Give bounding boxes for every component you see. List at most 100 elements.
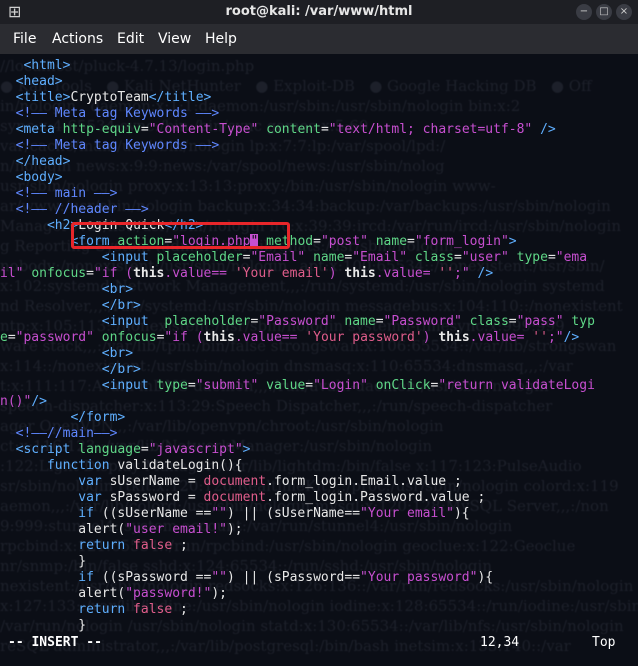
terminal-area[interactable]: //localhost/pluck-4.7.13/login.php ● Kali… [0,54,638,666]
code-token: onClick [375,378,431,393]
code-token: value [266,378,306,393]
code-token: var [0,474,102,489]
code-token: "password" [15,330,94,345]
code-token: "Password" [383,314,462,329]
code-line: il" onfocus="if (this.value== 'Your emai… [0,266,638,282]
code-token: <!—— Meta tag Keywords ——> [0,106,220,121]
code-token: ((sPassword == [93,570,212,585]
code-token: 'Your password' [305,330,423,345]
code-token: "if ( [164,330,204,345]
code-token: "user email!" [125,522,227,537]
code-token: "password!" [125,586,212,601]
code-token: = [305,378,314,393]
code-token: false [125,538,173,553]
code-line: var sPassword = document.form_login.Pass… [0,490,638,506]
code-token: "form_login" [414,234,509,249]
code-token: name [375,234,408,249]
maximize-icon[interactable]: □ [596,4,612,20]
code-line: </form> [0,410,638,426]
code-token: .form_login.Email.value ; [266,474,462,489]
code-token: false [125,602,173,617]
code-token: /> [469,266,494,281]
menu-view[interactable]: View [158,31,191,47]
code-line: e="password" onfocus="if (this.value== '… [0,330,638,346]
code-line: <br> [0,282,638,298]
code-line: } [0,554,638,570]
code-token: <body> [0,170,63,185]
scroll-position: Top [592,635,616,650]
code-line: alert("password!"); [0,586,638,602]
code-token: name [313,250,345,265]
code-line: <html> [0,58,638,74]
close-icon[interactable]: × [616,4,632,20]
code-line: alert("user email!"); [0,522,638,538]
code-token: this [203,330,235,345]
code-token: = [547,250,556,265]
code-token: "Your password" [360,570,478,585]
code-line: <!—— //header ——> [0,202,638,218]
code-token: .value= [469,330,533,345]
code-token: class [414,250,454,265]
code-line: <!——//main——> [0,426,638,442]
code-token: </title> [148,90,212,105]
code-token: </br> [0,362,141,377]
code-line: } [0,618,638,634]
code-line: <body> [0,170,638,186]
code-token: = [7,330,16,345]
code-token: <br> [0,346,134,361]
code-token: = [86,266,94,281]
code-token: <input [0,250,157,265]
code-token: "Login" [313,378,368,393]
code-token: ) || (sUserName== [226,506,361,521]
code-token: "user" [461,250,509,265]
code-token: name [344,314,376,329]
window-titlebar: ⊞ root@kali: /var/www/html − □ × [0,0,638,24]
code-token: = [375,314,384,329]
code-token: onfocus [31,266,87,281]
menu-help[interactable]: Help [205,31,237,47]
code-line: <!—— Meta tag Keywords ——> [0,138,638,154]
menu-actions[interactable]: Actions [52,31,103,47]
menu-edit[interactable]: Edit [117,31,144,47]
code-token: = [187,378,196,393]
code-token: "Email" [250,250,306,265]
code-token: function [0,458,110,473]
code-token: ;" [547,330,564,345]
code-token: "Email" [352,250,408,265]
code-token: </head> [0,154,71,169]
insert-mode-indicator: -- INSERT -- [8,635,102,650]
code-token: "Content-Type" [148,122,259,137]
code-line: </br> [0,298,638,314]
code-token: ) [328,266,345,281]
code-token: "if ( [93,266,134,281]
code-token: "text/html; charset=utf-8" [328,122,533,137]
code-token: <input [0,378,157,393]
code-token: "post" [320,234,368,249]
code-line: <input placeholder="Password" name="Pass… [0,314,638,330]
menu-file[interactable]: File [13,31,36,47]
code-token: sPassword = [101,490,204,505]
code-token: <!——//main——> [0,426,118,441]
code-token: > [242,442,251,457]
window-title: root@kali: /var/www/html [225,4,413,19]
code-token: = [454,250,462,265]
code-token: placeholder [164,314,251,329]
code-line: </head> [0,154,638,170]
code-token: class [469,314,509,329]
minimize-icon[interactable]: − [576,4,592,20]
code-line: </br> [0,362,638,378]
code-token: il" [0,266,24,281]
code-token: ){ [477,570,494,585]
code-token: alert( [0,586,126,601]
code-token: "ema [555,250,588,265]
code-token: "" [211,570,227,585]
code-token: } [0,554,87,569]
code-token: var [0,490,102,505]
code-token: 'Your email' [234,266,329,281]
code-token: e [0,330,8,345]
